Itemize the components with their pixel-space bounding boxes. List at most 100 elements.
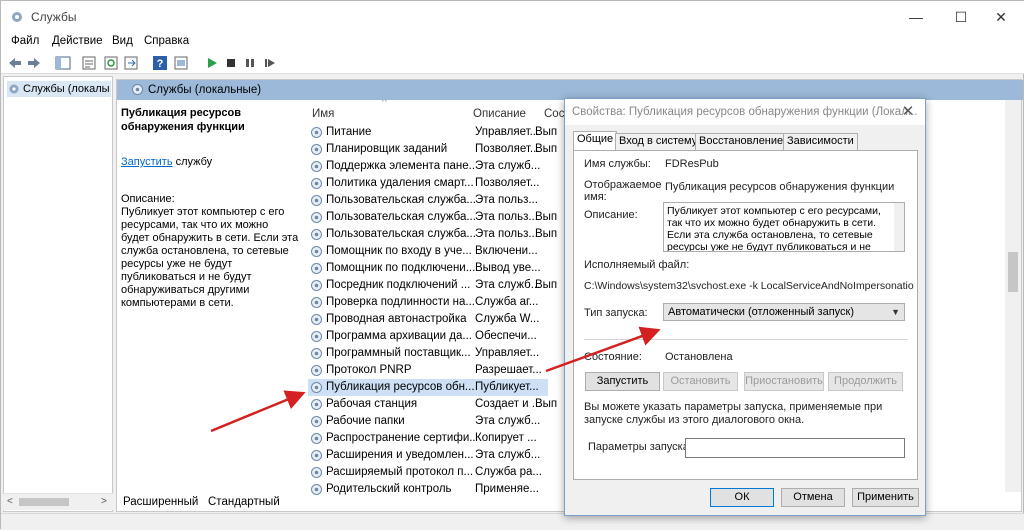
- tab-recovery[interactable]: Восстановление: [695, 133, 788, 150]
- service-name: Публикация ресурсов обн...: [326, 381, 475, 393]
- service-name: Помощник по входу в уче...: [326, 245, 472, 257]
- menu-action[interactable]: Действие: [52, 35, 103, 47]
- cancel-button[interactable]: Отмена: [781, 488, 845, 507]
- tab-standard[interactable]: Стандартный: [208, 496, 280, 508]
- forward-arrow-icon[interactable]: [26, 55, 42, 71]
- restart-service-icon[interactable]: [262, 55, 278, 71]
- display-name-value: Публикация ресурсов обнаружения функции: [665, 181, 895, 193]
- ok-button[interactable]: ОК: [710, 488, 774, 507]
- export-icon[interactable]: [123, 55, 139, 71]
- tab-logon[interactable]: Вход в систему: [615, 133, 702, 150]
- column-status-header[interactable]: Сос: [544, 108, 564, 128]
- tree-horizontal-scrollbar[interactable]: < >: [3, 493, 113, 510]
- service-name: Проводная автонастройка: [326, 313, 467, 325]
- stop-button[interactable]: Остановить: [663, 372, 738, 391]
- service-description: Служба аг...: [475, 296, 539, 308]
- svg-text:?: ?: [157, 58, 164, 70]
- service-name: Пользовательская служба...: [326, 228, 476, 240]
- tab-general[interactable]: Общие: [573, 131, 618, 151]
- service-gear-icon: [311, 314, 322, 325]
- tab-dependencies[interactable]: Зависимости: [783, 133, 858, 150]
- start-service-suffix: службу: [172, 156, 213, 168]
- properties-dialog: Свойства: Публикация ресурсов обнаружени…: [564, 98, 926, 516]
- console-icon[interactable]: [173, 55, 189, 71]
- start-service-link[interactable]: Запустить: [121, 156, 173, 168]
- description-textarea[interactable]: Публикует этот компьютер с его ресурсами…: [663, 202, 905, 252]
- startup-type-value: Автоматически (отложенный запуск): [668, 306, 855, 318]
- service-name: Планировщик заданий: [326, 143, 448, 155]
- refresh-icon[interactable]: [103, 55, 119, 71]
- tab-extended[interactable]: Расширенный: [123, 496, 198, 508]
- service-description: Копирует ...: [475, 432, 537, 444]
- service-gear-icon: [311, 450, 322, 461]
- startup-type-select[interactable]: Автоматически (отложенный запуск) ▼: [663, 303, 905, 321]
- service-description: Публикует...: [475, 381, 539, 393]
- stop-service-icon[interactable]: [223, 55, 239, 71]
- selected-service-title: Публикация ресурсов обнаружения функции: [121, 107, 245, 133]
- service-description: Вывод уве...: [475, 262, 541, 274]
- show-tree-icon[interactable]: [55, 55, 71, 71]
- start-service-line: Запустить службу: [121, 156, 299, 169]
- description-field-label: Описание:: [584, 209, 638, 221]
- service-name: Помощник по подключени...: [326, 262, 476, 274]
- display-name-label: Отображаемое имя:: [584, 179, 662, 203]
- service-gear-icon: [311, 280, 322, 291]
- properties-icon[interactable]: [81, 55, 97, 71]
- menu-view[interactable]: Вид: [112, 35, 133, 47]
- service-gear-icon: [311, 348, 322, 359]
- scroll-right-icon[interactable]: >: [101, 496, 107, 507]
- column-name-header[interactable]: Имя: [312, 108, 334, 128]
- service-status: Вып: [535, 228, 558, 240]
- service-name: Расширяемый протокол п...: [326, 466, 474, 478]
- state-label: Состояние:: [584, 351, 642, 363]
- resume-button[interactable]: Продолжить: [828, 372, 903, 391]
- service-gear-icon: [311, 297, 322, 308]
- scroll-thumb[interactable]: [1008, 252, 1018, 292]
- service-description-panel: Публикация ресурсов обнаружения функции …: [121, 106, 299, 310]
- column-description-header[interactable]: Описание: [473, 108, 526, 128]
- service-gear-icon: [311, 144, 322, 155]
- pause-service-icon[interactable]: [242, 55, 258, 71]
- table-row[interactable]: Публикация ресурсов обн... Публикует...: [308, 379, 548, 396]
- tree-item-services-local[interactable]: Службы (локалы: [7, 81, 111, 97]
- service-name: Рабочие папки: [326, 415, 405, 427]
- services-vertical-scrollbar[interactable]: [1005, 100, 1021, 492]
- scroll-thumb[interactable]: [19, 498, 69, 506]
- scroll-left-icon[interactable]: <: [7, 496, 13, 507]
- services-pane-title: Службы (локальные): [148, 84, 262, 96]
- service-gear-icon: [311, 178, 322, 189]
- close-button[interactable]: ✕: [981, 5, 1021, 29]
- service-description: Разрешает...: [475, 364, 542, 376]
- service-name: Рабочая станция: [326, 398, 418, 410]
- service-description: Позволяет...: [475, 177, 540, 189]
- service-description: Служба W...: [475, 313, 540, 325]
- pause-button[interactable]: Приостановить: [744, 372, 824, 391]
- service-name-value: FDResPub: [665, 158, 719, 170]
- start-service-icon[interactable]: [204, 55, 220, 71]
- window-title: Службы: [31, 10, 77, 24]
- menu-file[interactable]: Файл: [11, 35, 39, 47]
- minimize-button[interactable]: —: [896, 5, 936, 29]
- startup-type-label: Тип запуска:: [584, 307, 648, 319]
- back-arrow-icon[interactable]: [7, 55, 23, 71]
- services-window: Службы — ☐ ✕ Файл Действие Вид Справка ?…: [0, 0, 1024, 530]
- textarea-scrollbar[interactable]: [894, 203, 904, 251]
- help-icon[interactable]: ?: [152, 55, 168, 71]
- dialog-close-button[interactable]: ✕: [897, 102, 919, 122]
- service-description: Служба ра...: [475, 466, 543, 478]
- service-gear-icon: [311, 433, 322, 444]
- service-gear-icon: [311, 484, 322, 495]
- service-name: Политика удаления смарт...: [326, 177, 474, 189]
- service-name: Пользовательская служба...: [326, 194, 476, 206]
- divider: [584, 339, 908, 340]
- menu-help[interactable]: Справка: [144, 35, 189, 47]
- service-name: Родительский контроль: [326, 483, 452, 495]
- start-params-input[interactable]: [685, 438, 905, 458]
- general-tab-panel: Имя службы: FDResPub Отображаемое имя: П…: [573, 150, 918, 480]
- maximize-button[interactable]: ☐: [941, 5, 981, 29]
- service-name: Распространение сертифи...: [326, 432, 476, 444]
- apply-button[interactable]: Применить: [852, 488, 919, 507]
- start-button[interactable]: Запустить: [585, 372, 660, 391]
- dialog-title: Свойства: Публикация ресурсов обнаружени…: [572, 106, 918, 118]
- service-name: Программа архивации да...: [326, 330, 472, 342]
